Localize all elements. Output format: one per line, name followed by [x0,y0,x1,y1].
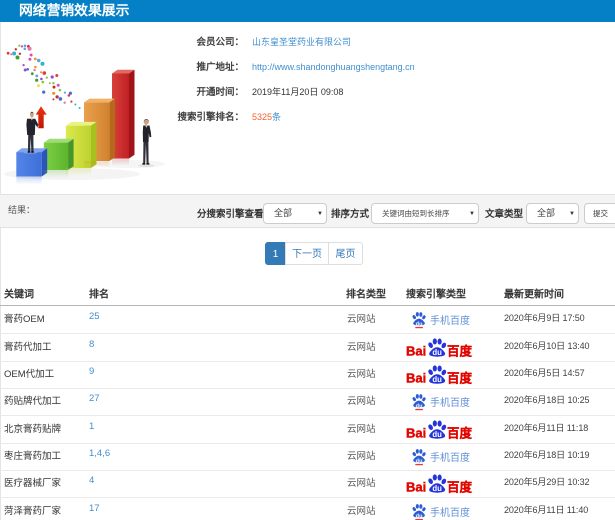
svg-text:手机百度: 手机百度 [430,313,470,326]
svg-text:手机百度: 手机百度 [430,450,470,463]
svg-text:手机百度: 手机百度 [430,506,470,519]
svg-text:手机百度: 手机百度 [430,395,470,408]
